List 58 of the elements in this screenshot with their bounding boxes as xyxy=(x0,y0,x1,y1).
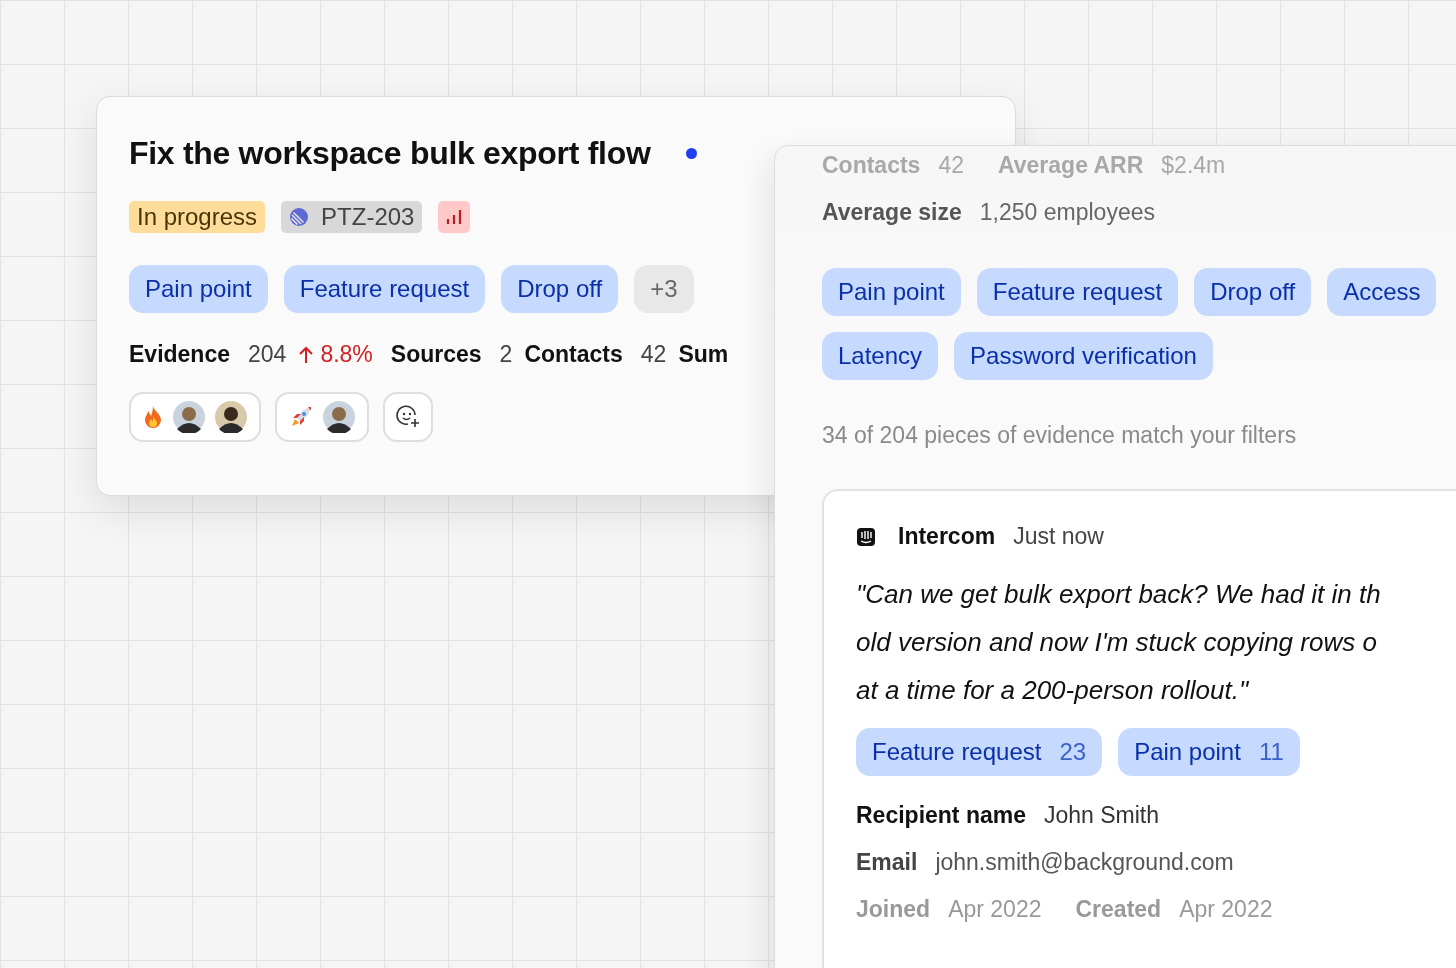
tag-chip[interactable]: Pain point xyxy=(822,268,961,316)
tag-chip[interactable]: Access xyxy=(1327,268,1437,316)
tag-chip[interactable]: Drop off xyxy=(1194,268,1312,316)
field-label: Recipient name xyxy=(856,802,1026,829)
source-name: Intercom xyxy=(898,523,996,550)
tag-chip[interactable]: Latency xyxy=(822,332,939,380)
tag-count: 23 xyxy=(1059,738,1087,766)
tag-chip[interactable]: Password verification xyxy=(954,332,1213,380)
stat-label: Contacts xyxy=(822,152,921,179)
status-badge[interactable]: In progress xyxy=(129,201,266,233)
tag-chip[interactable]: Pain point xyxy=(129,265,268,313)
filter-summary: 34 of 204 pieces of evidence match your filters xyxy=(822,422,1298,449)
metric-value: 42 xyxy=(640,341,667,368)
tag-count: 11 xyxy=(1258,738,1284,766)
avatar xyxy=(215,401,247,433)
tag-chip[interactable]: Feature request xyxy=(283,265,486,313)
metric-label: Contacts xyxy=(524,341,623,368)
stat-value: $2.4m xyxy=(1161,152,1226,179)
tag-chip[interactable]: Feature request xyxy=(976,268,1179,316)
ticket-badge[interactable]: PTZ-203 xyxy=(281,201,423,233)
quote-line: old version and now I'm stuck copying rows o xyxy=(856,626,1378,659)
issue-title: Fix the workspace bulk export flow xyxy=(129,134,651,172)
up-arrow-icon xyxy=(298,344,315,365)
stat-value: 1,250 employees xyxy=(979,199,1155,226)
reaction-button[interactable] xyxy=(275,392,369,442)
avatar xyxy=(323,401,355,433)
metric-label: Sum xyxy=(678,341,729,368)
metric-label: Evidence xyxy=(129,341,230,368)
metric-value: 204 xyxy=(248,341,287,368)
field-value: Apr 2022 xyxy=(1179,896,1273,923)
tag-chip[interactable]: Feature request 23 xyxy=(856,728,1103,776)
flame-icon xyxy=(143,405,163,429)
priority-badge[interactable] xyxy=(438,201,471,233)
metric-value: 2 xyxy=(499,341,513,368)
add-reaction-button[interactable] xyxy=(383,392,433,442)
field-label: Email xyxy=(856,849,918,876)
stat-label: Average ARR xyxy=(998,152,1144,179)
stat-value: 42 xyxy=(938,152,964,179)
field-value: john.smith@background.com xyxy=(935,849,1234,876)
quote-line: at a time for a 200-person rollout." xyxy=(856,674,1250,707)
trend-value: 8.8% xyxy=(320,341,373,368)
field-label: Created xyxy=(1075,896,1162,923)
more-tags-chip[interactable]: +3 xyxy=(634,265,694,313)
field-value: John Smith xyxy=(1044,802,1160,829)
tag-chip[interactable]: Drop off xyxy=(501,265,619,313)
avatar xyxy=(173,401,205,433)
chat-app-icon xyxy=(856,526,876,547)
smiley-plus-icon xyxy=(395,404,421,430)
rocket-icon xyxy=(289,405,313,429)
tag-chip[interactable]: Pain point 11 xyxy=(1118,728,1300,776)
reaction-button[interactable] xyxy=(129,392,261,442)
striped-circle-icon xyxy=(289,207,310,227)
stat-label: Average size xyxy=(822,199,962,226)
quote-line: "Can we get bulk export back? We had it in th xyxy=(856,578,1382,611)
timestamp: Just now xyxy=(1013,523,1104,550)
field-value: Apr 2022 xyxy=(948,896,1042,923)
field-label: Joined xyxy=(856,896,931,923)
metric-label: Sources xyxy=(390,341,482,368)
